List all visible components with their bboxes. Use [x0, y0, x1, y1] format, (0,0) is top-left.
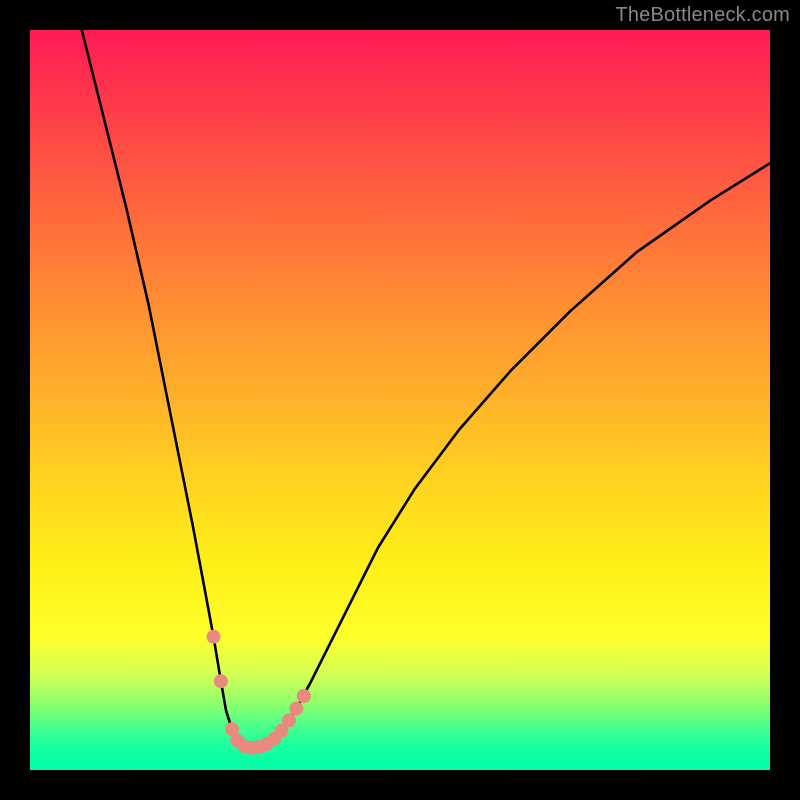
curve-marker — [297, 689, 311, 703]
curve-marker — [282, 713, 296, 727]
plot-area — [30, 30, 770, 770]
curve-overlay — [30, 30, 770, 770]
watermark-text: TheBottleneck.com — [615, 4, 790, 27]
curve-marker — [214, 674, 228, 688]
chart-container: TheBottleneck.com — [0, 0, 800, 800]
curve-marker — [207, 630, 221, 644]
bottleneck-curve — [82, 30, 770, 748]
curve-marker — [289, 702, 303, 716]
